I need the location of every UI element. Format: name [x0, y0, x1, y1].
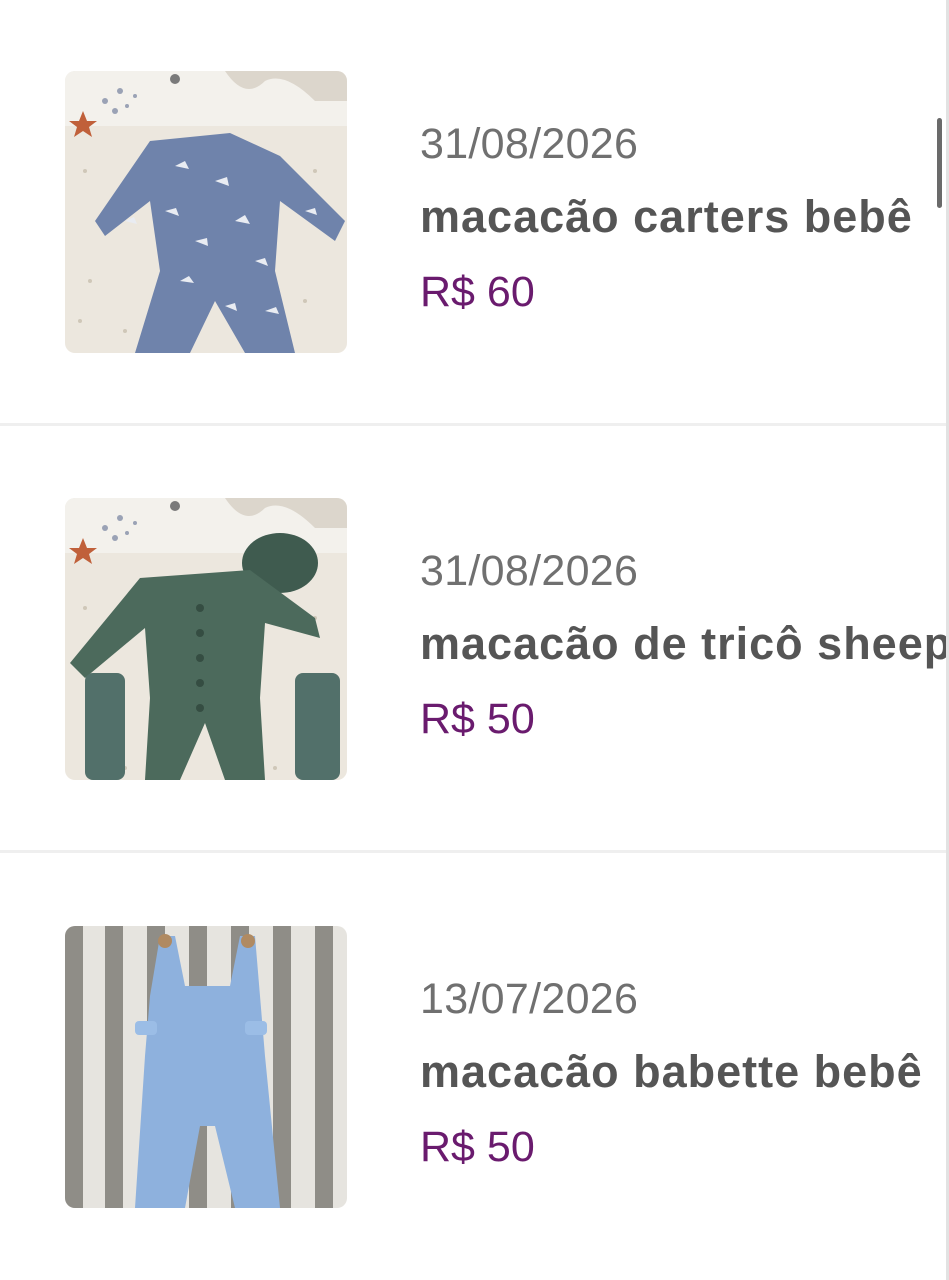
listing-price: R$ 50 [420, 695, 535, 743]
divider [0, 850, 949, 853]
listing-title[interactable]: macacão babette bebê [420, 1045, 949, 1099]
listing-title[interactable]: macacão de tricô sheep [420, 617, 949, 671]
listing-price: R$ 60 [420, 268, 535, 316]
scrollbar[interactable] [937, 118, 942, 208]
listing-date: 31/08/2026 [420, 120, 639, 168]
listing-price: R$ 50 [420, 1123, 535, 1171]
listing-photo[interactable] [65, 71, 347, 353]
listing-item[interactable]: 31/08/2026 macacão carters bebê R$ 60 [0, 0, 949, 426]
divider [0, 423, 949, 426]
light-blue-overalls-photo-icon [65, 926, 347, 1208]
blue-romper-photo-icon [65, 71, 347, 353]
listing-photo[interactable] [65, 498, 347, 780]
listing-title[interactable]: macacão carters bebê [420, 190, 949, 244]
listing-item[interactable]: 31/08/2026 macacão de tricô sheep R$ 50 [0, 427, 949, 853]
listing-date: 13/07/2026 [420, 975, 639, 1023]
listing-info: 31/08/2026 macacão carters bebê R$ 60 [420, 118, 949, 318]
listing-date: 31/08/2026 [420, 547, 639, 595]
green-knit-romper-photo-icon [65, 498, 347, 780]
listing-info: 31/08/2026 macacão de tricô sheep R$ 50 [420, 545, 949, 745]
listing-item[interactable]: 13/07/2026 macacão babette bebê R$ 50 [0, 855, 949, 1280]
listing-list: 31/08/2026 macacão carters bebê R$ 60 31… [0, 0, 949, 1280]
listing-info: 13/07/2026 macacão babette bebê R$ 50 [420, 973, 949, 1173]
listing-photo[interactable] [65, 926, 347, 1208]
